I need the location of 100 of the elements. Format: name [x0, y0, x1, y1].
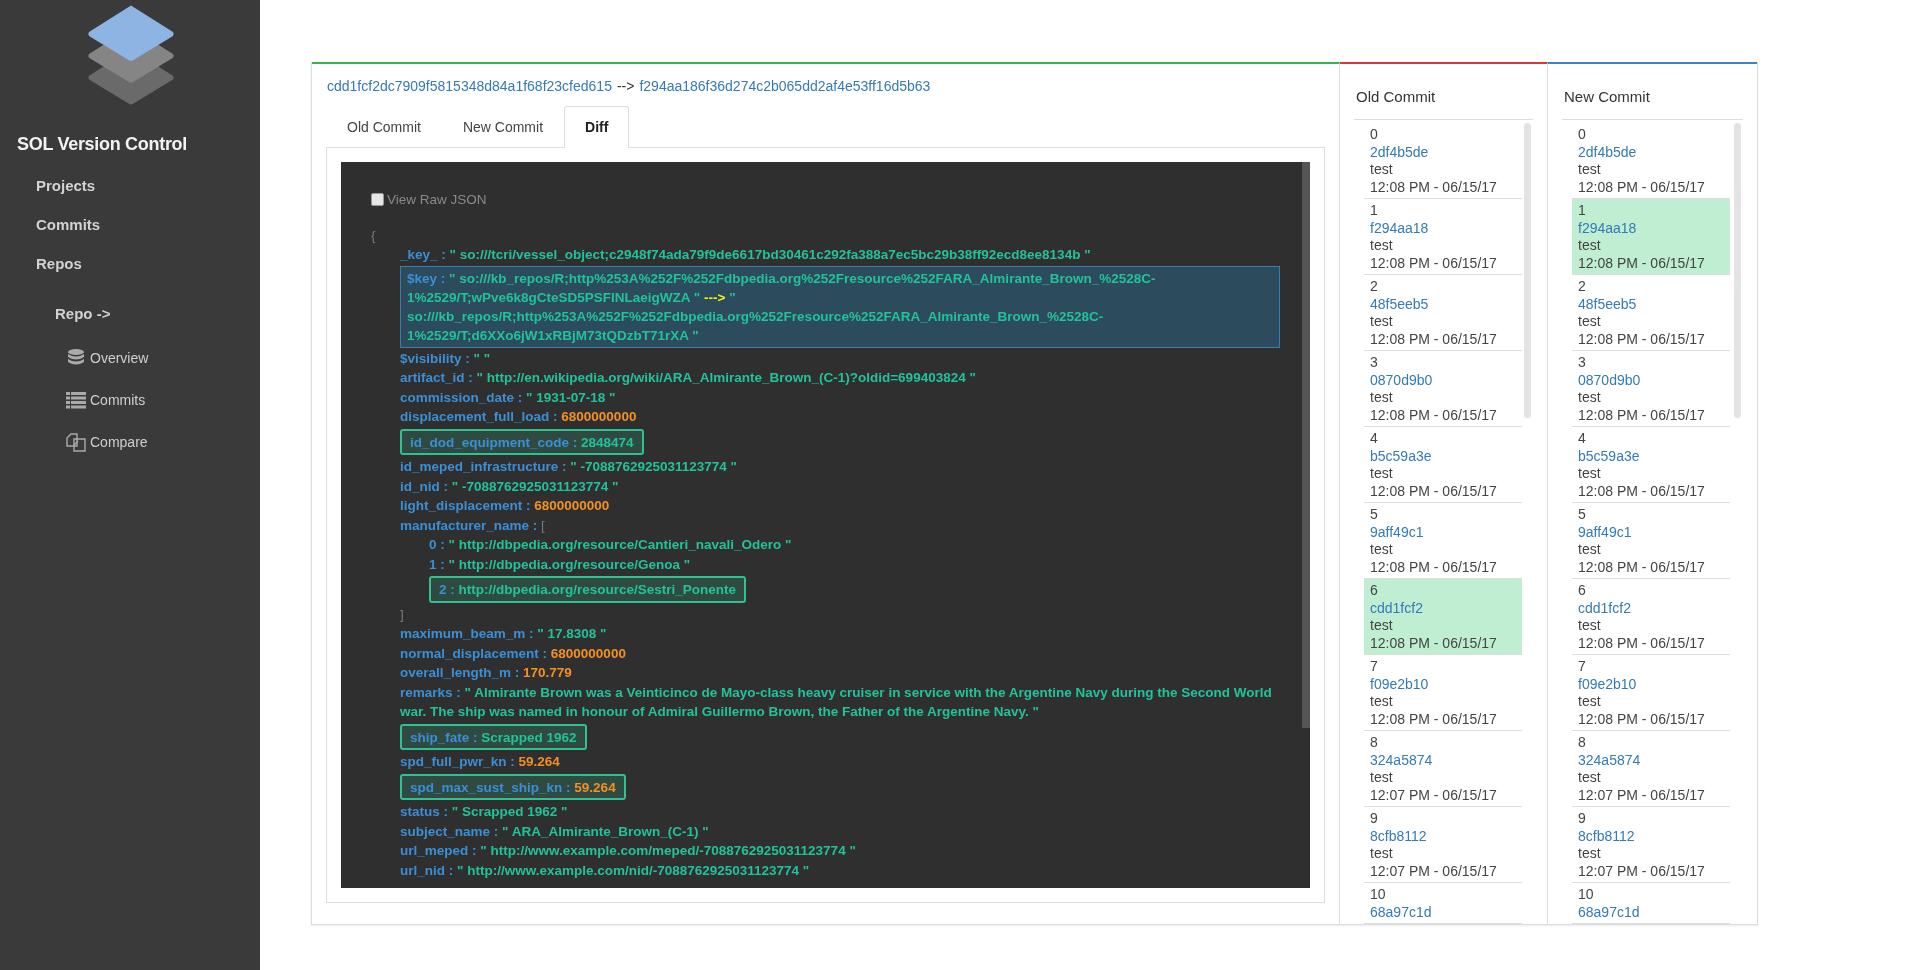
brace-text: { — [371, 226, 377, 245]
commit-item[interactable]: 2 48f5eeb5 test 12:08 PM - 06/15/17 — [1364, 275, 1522, 351]
commit-hash-link[interactable]: b5c59a3e — [1578, 447, 1730, 465]
commit-item[interactable]: 6 cdd1fcf2 test 12:08 PM - 06/15/17 — [1572, 579, 1730, 655]
scrollbar[interactable] — [1302, 162, 1310, 729]
changed-field: $key : " so:///kb_repos/R;http%253A%252F%252Fdbpedia.org%252Fresource%252FARA_Almirante_Brown_%2528C-1%2529/T;wPve6k8gCteSD5PSFINLaeigWZA " ---> " so:///kb_repos/R;http%253A%252F%252Fdbpedia.org%252Fresource%252FARA_Almirante_Brown_%2528C-1%2529/T;d6XXo6jW1xRBjM73tQDzbT71rXA " — [400, 265, 1280, 348]
commit-message: test — [1578, 541, 1602, 559]
commit-item[interactable]: 0 2df4b5de test 12:08 PM - 06/15/17 — [1364, 123, 1522, 199]
commit-index: 2 — [1370, 278, 1379, 296]
commit-hash-link[interactable]: f09e2b10 — [1578, 675, 1730, 693]
commit-time: 12:08 PM - 06/15/17 — [1578, 406, 1706, 424]
list-icon — [66, 390, 86, 410]
commit-hash-link[interactable]: 0870d9b0 — [1578, 371, 1730, 389]
commit-index: 3 — [1578, 354, 1587, 372]
repo-nav-link[interactable]: Overview — [66, 348, 149, 368]
commit-message: test — [1370, 541, 1394, 559]
commit-hash-link[interactable]: 0870d9b0 — [1370, 371, 1522, 389]
commit-hash-link[interactable]: 68a97c1d — [1370, 903, 1522, 921]
commit-item[interactable]: 1 f294aa18 test 12:08 PM - 06/15/17 — [1364, 199, 1522, 275]
commit-item[interactable]: 7 f09e2b10 test 12:08 PM - 06/15/17 — [1572, 655, 1730, 731]
commit-hash-link[interactable]: cdd1fcf2 — [1578, 599, 1730, 617]
commit-item[interactable]: 6 cdd1fcf2 test 12:08 PM - 06/15/17 — [1364, 579, 1522, 655]
column-title: Old Commit — [1354, 78, 1533, 120]
checkbox[interactable] — [371, 193, 384, 207]
commit-hash-link[interactable]: f294aa186f36d274c2b065dd2af4e53ff16d5b63 — [639, 78, 931, 94]
highlighted-field: ship_fate : Scrapped 1962 — [400, 723, 587, 750]
commit-item[interactable]: 10 68a97c1d — [1364, 883, 1522, 924]
commit-message: test — [1370, 161, 1394, 179]
highlighted-field: spd_max_sust_ship_kn : 59.264 — [400, 773, 626, 800]
commit-item[interactable]: 8 324a5874 test 12:07 PM - 06/15/17 — [1572, 731, 1730, 807]
scrollbar[interactable] — [1734, 123, 1741, 418]
commit-hash-link[interactable]: 324a5874 — [1578, 751, 1730, 769]
json-field: artifact_id : " http://en.wikipedia.org/wiki/ARA_Almirante_Brown_(C-1)?oldid=699403824 " — [371, 368, 1280, 388]
nav-link[interactable]: Projects — [36, 177, 96, 194]
commit-hash-link[interactable]: cdd1fcf2dc7909f5815348d84a1f68f23cfed615 — [327, 78, 612, 94]
commit-item[interactable]: 1 f294aa18 test 12:08 PM - 06/15/17 — [1572, 199, 1730, 275]
commit-hash-link[interactable]: 2df4b5de — [1370, 143, 1522, 161]
commit-hash-link[interactable]: f09e2b10 — [1370, 675, 1522, 693]
documents-icon — [66, 432, 86, 452]
commit-time: 12:08 PM - 06/15/17 — [1370, 178, 1498, 196]
commit-hash-link[interactable]: f294aa18 — [1578, 219, 1730, 237]
commit-hash-link[interactable]: 48f5eeb5 — [1370, 295, 1522, 313]
commit-item[interactable]: 8 324a5874 test 12:07 PM - 06/15/17 — [1364, 731, 1522, 807]
commit-item[interactable]: 3 0870d9b0 test 12:08 PM - 06/15/17 — [1572, 351, 1730, 427]
repo-nav-link[interactable]: Commits — [66, 390, 146, 410]
commit-hash-link[interactable]: cdd1fcf2 — [1370, 599, 1522, 617]
commit-time: 12:08 PM - 06/15/17 — [1578, 330, 1706, 348]
commit-time: 12:07 PM - 06/15/17 — [1370, 862, 1498, 880]
commit-index: 4 — [1370, 430, 1379, 448]
json-field: normal_displacement : 6800000000 — [371, 643, 1280, 663]
commit-item[interactable]: 9 8cfb8112 test 12:07 PM - 06/15/17 — [1364, 807, 1522, 883]
json-field: url_nid : " http://www.example.com/nid/-7088762925031123774 " — [371, 860, 1280, 880]
commit-hash-link[interactable]: 2df4b5de — [1578, 143, 1730, 161]
commit-item[interactable]: 7 f09e2b10 test 12:08 PM - 06/15/17 — [1364, 655, 1522, 731]
json-field: displacement_full_load : 6800000000 — [371, 407, 1280, 427]
commit-message: test — [1370, 845, 1394, 863]
json-field: $visibility : " " — [371, 348, 1280, 368]
repo-heading[interactable]: Repo -> — [55, 305, 111, 322]
json-field: spd_full_pwr_kn : 59.264 — [371, 752, 1280, 772]
json-field: maximum_beam_m : " 17.8308 " — [371, 624, 1280, 644]
commit-hash-link[interactable]: 8cfb8112 — [1370, 827, 1522, 845]
json-field: _key_ : " so:///tcri/vessel_object;c2948f74ada79f9de6617bd30461c292fa388a7ec5bc29b38ff92ecd8ee8134b " — [371, 245, 1280, 265]
commit-index: 3 — [1370, 354, 1379, 372]
commit-hash-link[interactable]: 8cfb8112 — [1578, 827, 1730, 845]
repo-nav-link[interactable]: Compare — [66, 432, 148, 452]
commit-time: 12:07 PM - 06/15/17 — [1578, 862, 1706, 880]
commit-index: 10 — [1370, 886, 1387, 904]
scrollbar[interactable] — [1524, 123, 1531, 418]
commit-hash-link[interactable]: 9aff49c1 — [1370, 523, 1522, 541]
commit-time: 12:08 PM - 06/15/17 — [1578, 482, 1706, 500]
tab[interactable]: New Commit — [441, 106, 565, 148]
tab[interactable]: Old Commit — [326, 106, 442, 148]
commit-hash-link[interactable]: b5c59a3e — [1370, 447, 1522, 465]
commit-item[interactable]: 5 9aff49c1 test 12:08 PM - 06/15/17 — [1572, 503, 1730, 579]
commit-hash-link[interactable]: f294aa18 — [1370, 219, 1522, 237]
commit-hash-link[interactable]: 48f5eeb5 — [1578, 295, 1730, 313]
commit-item[interactable]: 10 68a97c1d — [1572, 883, 1730, 924]
commit-message: test — [1370, 237, 1394, 255]
commit-item[interactable]: 2 48f5eeb5 test 12:08 PM - 06/15/17 — [1572, 275, 1730, 351]
nav-link[interactable]: Repos — [36, 255, 82, 272]
tab[interactable]: Diff — [564, 106, 630, 148]
commit-message: test — [1578, 465, 1602, 483]
commit-hash-link[interactable]: 9aff49c1 — [1578, 523, 1730, 541]
json-field: id_nid : " -7088762925031123774 " — [371, 476, 1280, 496]
nav-link[interactable]: Commits — [36, 216, 101, 233]
commit-hash-link[interactable]: 68a97c1d — [1578, 903, 1730, 921]
commit-message: test — [1578, 389, 1602, 407]
commit-index: 0 — [1578, 126, 1587, 144]
commit-item[interactable]: 3 0870d9b0 test 12:08 PM - 06/15/17 — [1364, 351, 1522, 427]
commit-message: test — [1370, 465, 1394, 483]
commit-time: 12:07 PM - 06/15/17 — [1578, 786, 1706, 804]
commit-hash-link[interactable]: 324a5874 — [1370, 751, 1522, 769]
json-field: manufacturer_name : [ — [371, 515, 1280, 535]
commit-item[interactable]: 9 8cfb8112 test 12:07 PM - 06/15/17 — [1572, 807, 1730, 883]
commit-item[interactable]: 4 b5c59a3e test 12:08 PM - 06/15/17 — [1364, 427, 1522, 503]
json-field: remarks : " Almirante Brown was a Veinticinco de Mayo-class heavy cruiser in service with the Argentine Navy during the Second World war. The ship was named in honour of Admiral Guillermo Brown, the Father of the Argentine Navy. " — [371, 682, 1280, 722]
commit-index: 6 — [1578, 582, 1587, 600]
commit-item[interactable]: 4 b5c59a3e test 12:08 PM - 06/15/17 — [1572, 427, 1730, 503]
commit-time: 12:08 PM - 06/15/17 — [1578, 634, 1706, 652]
commit-message: test — [1578, 693, 1602, 711]
